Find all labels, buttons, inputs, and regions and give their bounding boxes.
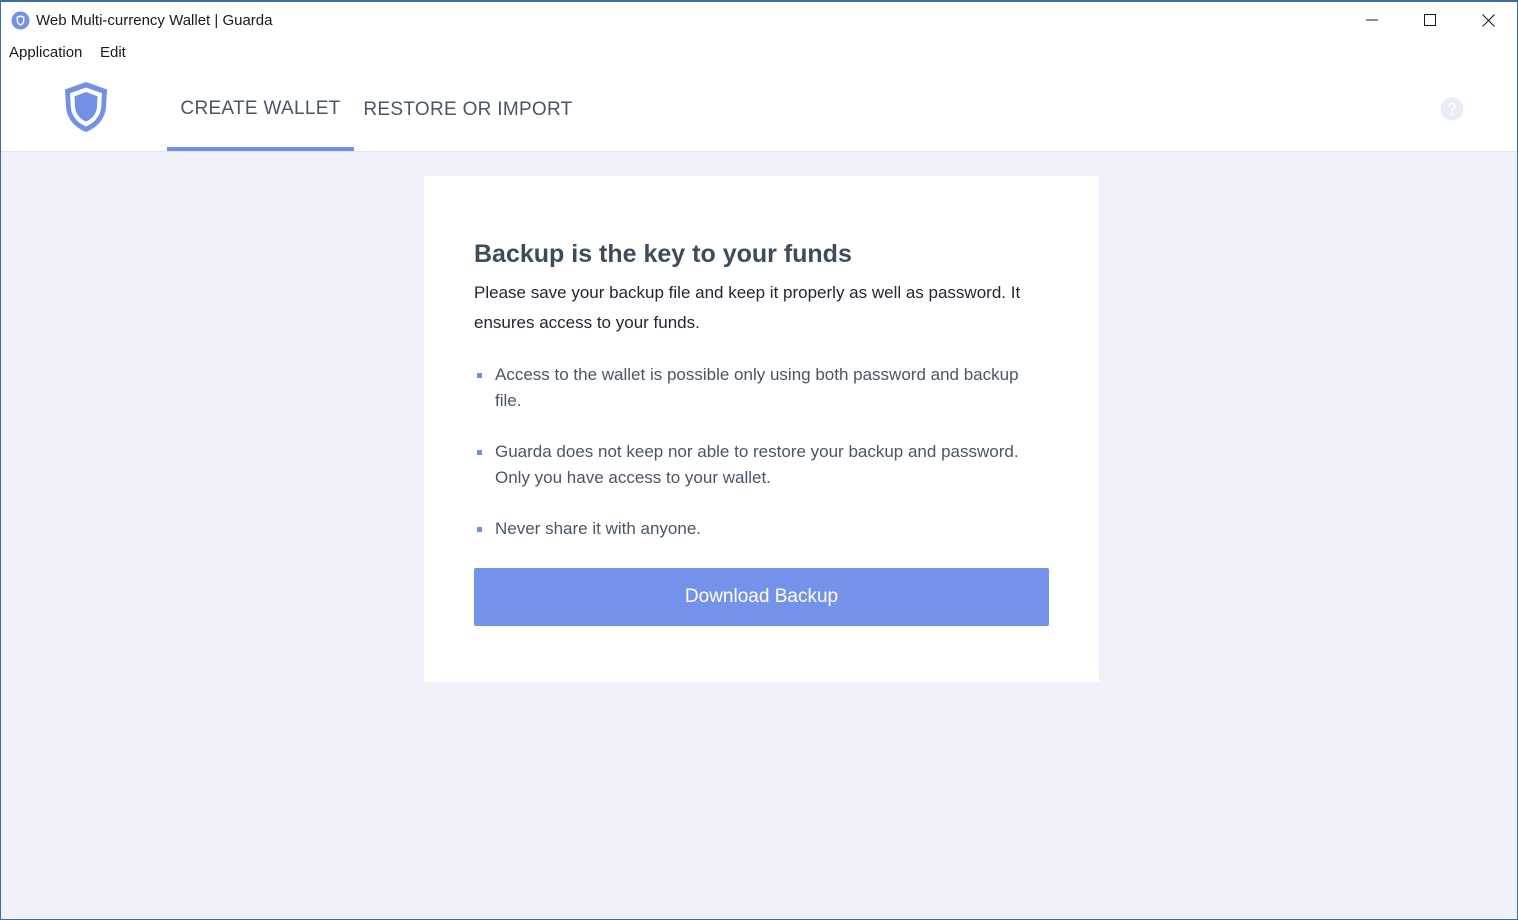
minimize-icon [1366,19,1378,21]
list-item: Guarda does not keep nor able to restore… [474,439,1049,491]
close-icon [1481,13,1495,27]
guarda-shield-icon[interactable] [62,80,110,134]
window-title: Web Multi-currency Wallet | Guarda [36,12,273,29]
title-bar: Web Multi-currency Wallet | Guarda [1,2,1517,40]
list-item: Access to the wallet is possible only us… [474,362,1049,414]
app-window: Web Multi-currency Wallet | Guarda Appli… [0,0,1518,920]
maximize-icon [1424,14,1436,26]
bullet-square-icon [477,373,482,378]
backup-card: Backup is the key to your funds Please s… [424,176,1099,682]
list-item-text: Access to the wallet is possible only us… [495,365,1019,410]
app-header: CREATE WALLET RESTORE OR IMPORT [1,68,1517,152]
question-mark-icon[interactable] [1440,97,1464,121]
bullet-square-icon [477,450,482,455]
card-description: Please save your backup file and keep it… [474,283,1021,332]
download-backup-button[interactable]: Download Backup [474,568,1049,626]
list-item-text: Guarda does not keep nor able to restore… [495,442,1019,487]
close-button[interactable] [1459,2,1517,38]
maximize-button[interactable] [1401,2,1459,38]
tab-create-wallet[interactable]: CREATE WALLET [167,68,354,151]
menu-application[interactable]: Application [9,44,82,61]
list-item-text: Never share it with anyone. [495,519,701,538]
list-item: Never share it with anyone. [474,516,1049,542]
menu-edit[interactable]: Edit [100,44,126,61]
minimize-button[interactable] [1343,2,1401,38]
bullet-square-icon [477,527,482,532]
app-shield-icon [11,11,30,30]
card-title: Backup is the key to your funds [474,240,852,268]
menu-bar: Application Edit [1,40,1517,68]
tab-restore-or-import[interactable]: RESTORE OR IMPORT [354,68,582,151]
